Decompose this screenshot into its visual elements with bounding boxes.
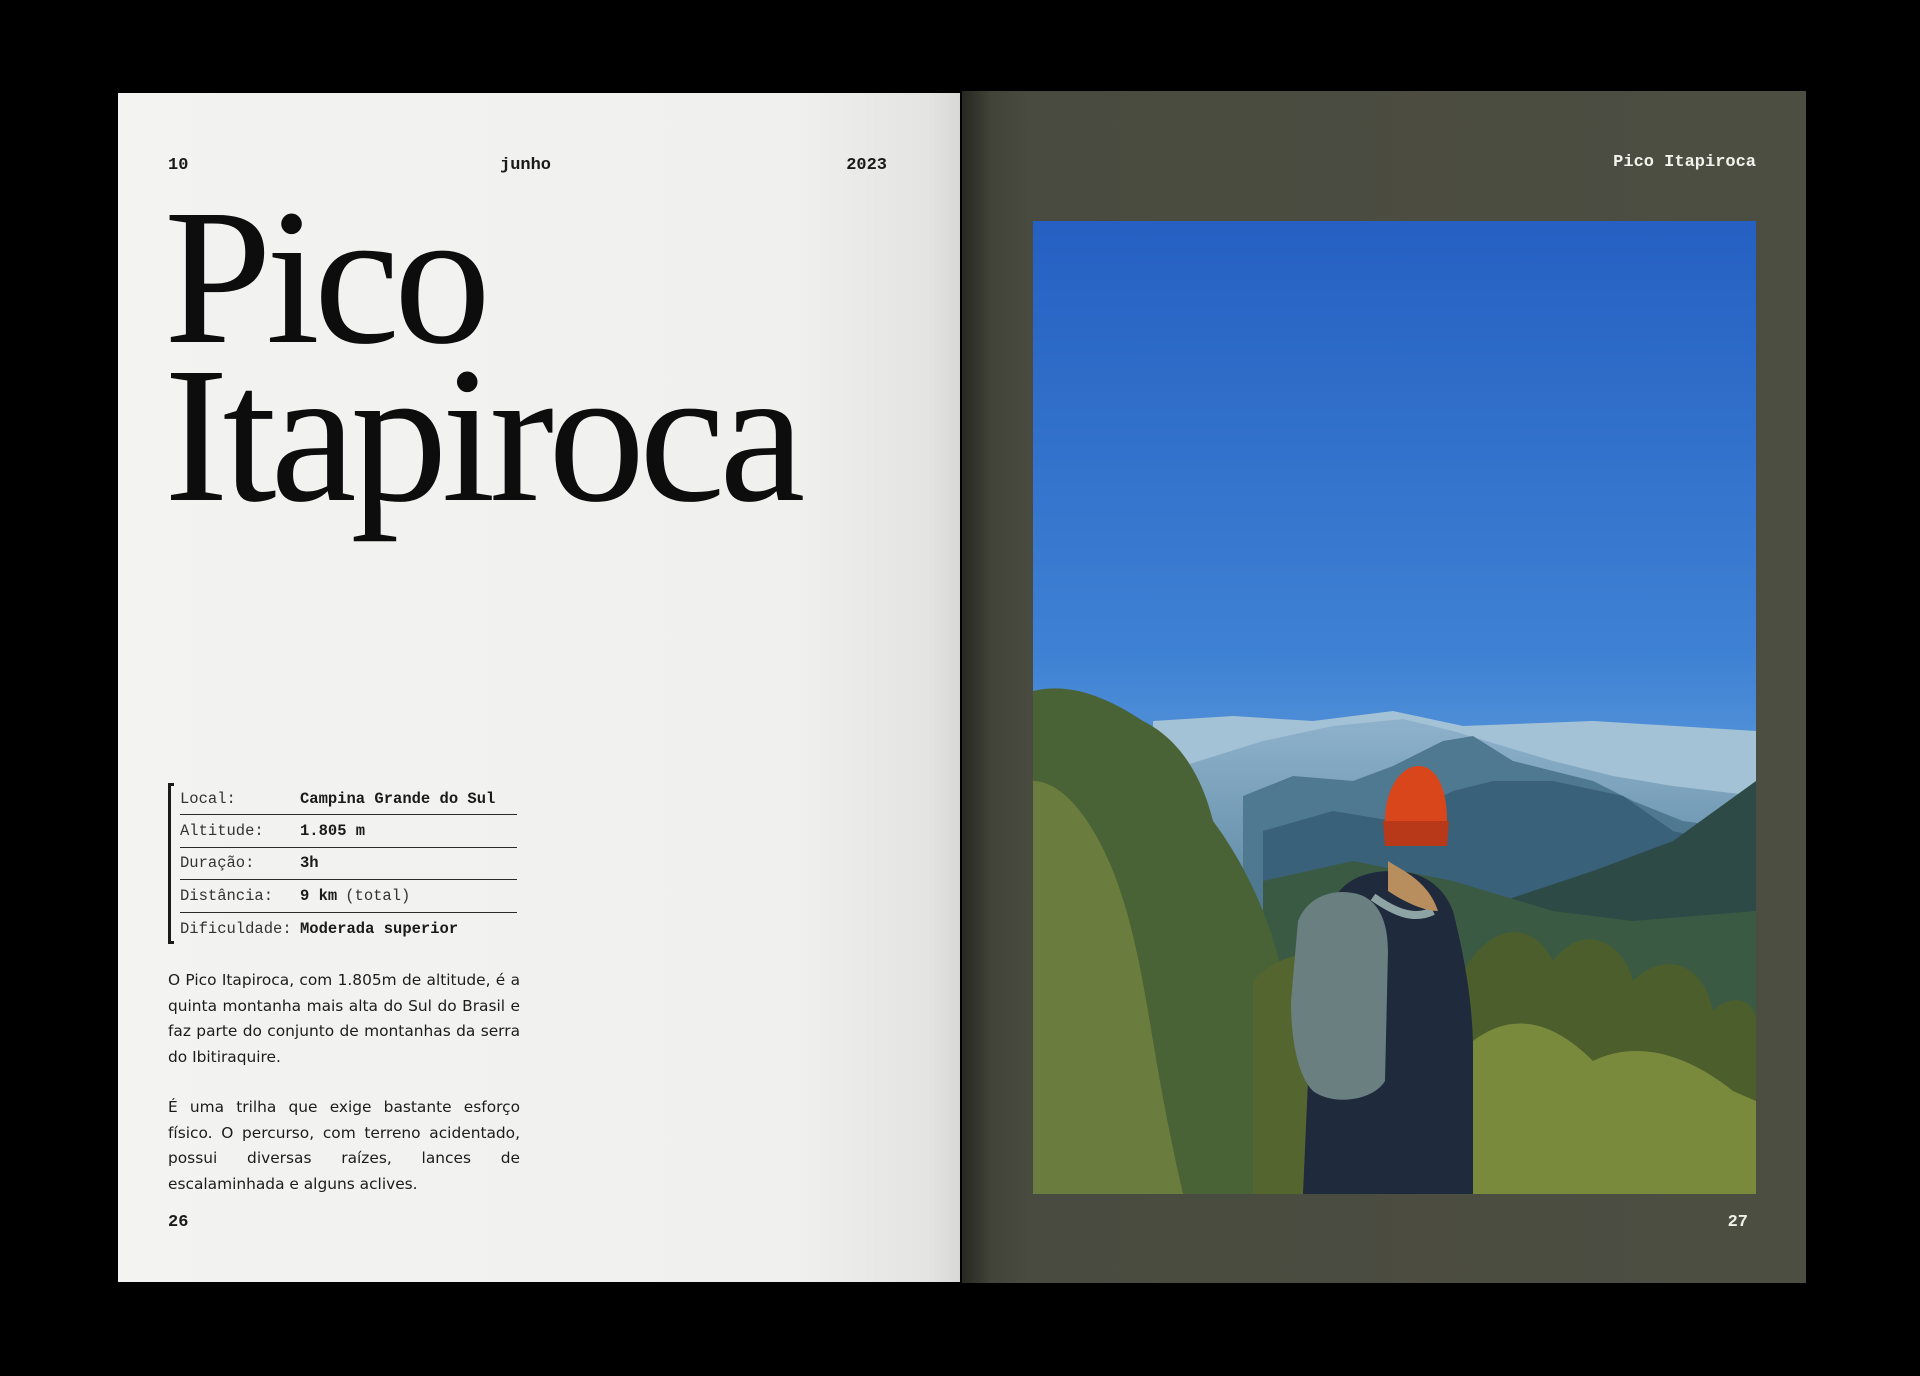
backpack [1291,891,1388,1100]
fold-shadow [962,91,992,1283]
page-title: Pico Itapiroca [164,180,805,542]
info-value: 1.805 m [300,822,366,841]
info-value: 9 km [300,886,338,905]
info-label: Distância: [180,886,274,905]
info-value: Campina Grande do Sul [300,789,496,808]
info-row-duracao: Duração: 3h [180,848,517,881]
info-label: Altitude: [180,822,264,841]
info-value: Moderada superior [300,919,459,938]
page-number-left: 26 [168,1213,189,1232]
left-page: 10 junho 2023 Pico Itapiroca Local: Camp… [118,93,960,1282]
info-note: (total) [345,886,411,905]
info-row-local: Local: Campina Grande do Sul [180,783,517,816]
page-number-right: 27 [1727,1213,1748,1232]
info-label: Local: [180,789,236,808]
info-label: Dificuldade: [180,919,292,938]
header-year: 2023 [846,156,887,175]
info-label: Duração: [180,854,255,873]
hiker-mountain-photo [1033,221,1756,1194]
hat-brim [1383,821,1449,846]
info-value: 3h [300,854,319,873]
info-row-altitude: Altitude: 1.805 m [180,815,517,848]
running-header: Pico Itapiroca [1613,153,1756,172]
header-month: junho [500,156,552,175]
info-row-dificuldade: Dificuldade: Moderada superior [180,913,517,945]
right-page: Pico Itapiroca 27 [962,91,1806,1283]
title-line-2: Itapiroca [164,327,805,542]
info-table: Local: Campina Grande do Sul Altitude: 1… [168,783,517,945]
body-paragraph-1: O Pico Itapiroca, com 1.805m de altitude… [168,971,520,1066]
info-bracket [168,783,174,944]
info-row-distancia: Distância: 9 km (total) [180,880,517,913]
body-paragraph-2: É uma trilha que exige bastante esforço … [168,1098,520,1193]
